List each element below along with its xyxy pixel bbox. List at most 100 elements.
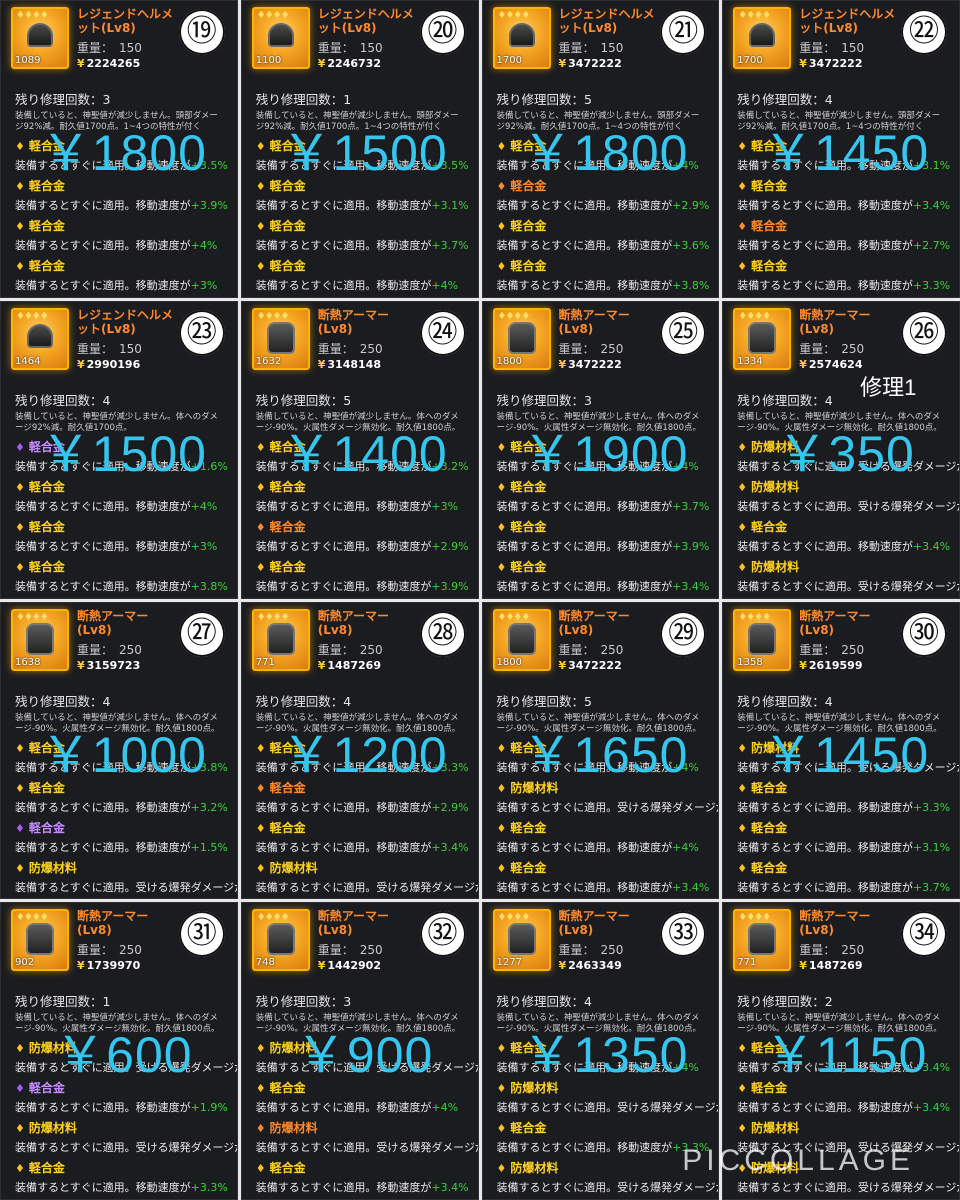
tile-number-badge: ㉓ xyxy=(178,309,225,356)
diamond-icon: ♦ xyxy=(255,821,266,835)
item-description: 装備していると、神聖値が減少しません。頭部ダメージ92%減。耐久値1700点。1… xyxy=(15,111,218,132)
item-tile[interactable]: ♦♦♦♦ 1464 レジェンドヘルメット(Lv8) 重量： 150 ¥299019… xyxy=(0,300,238,599)
stat-list: ♦ 軽合金 装備するとすぐに適用。移動速度が+3.5% ♦ 軽合金 装備するとすぐに適用。… xyxy=(15,137,229,297)
armor-icon xyxy=(507,622,536,655)
price-value: 1487269 xyxy=(327,658,381,672)
stat-value: +3% xyxy=(431,499,459,513)
item-thumbnail[interactable]: ♦♦♦♦ 1638 xyxy=(11,608,69,671)
item-tile[interactable]: ♦♦♦♦ 1089 レジェンドヘルメット(Lv8) 重量： 150 ¥222426… xyxy=(0,0,238,298)
item-tile[interactable]: ♦♦♦♦ 748 断熱アーマー(Lv8) 重量： 250 ¥1442902 ㉜ 残… xyxy=(240,902,479,1200)
item-tile[interactable]: ♦♦♦♦ 1700 レジェンドヘルメット(Lv8) 重量： 150 ¥347222… xyxy=(722,0,960,298)
item-thumbnail[interactable]: ♦♦♦♦ 902 xyxy=(11,909,69,972)
stat-text: 装備するとすぐに適用。移動速度が xyxy=(737,1101,913,1115)
item-thumbnail[interactable]: ♦♦♦♦ 1700 xyxy=(492,7,551,69)
item-tile[interactable]: ♦♦♦♦ 1638 断熱アーマー(Lv8) 重量： 250 ¥3159723 ㉗ … xyxy=(0,601,238,900)
stat-list: ♦防爆材料装備するとすぐに適用。受ける爆発ダメージが-19.2%♦防爆材料装備す… xyxy=(737,438,959,598)
diamond-icon: ♦ xyxy=(15,821,25,835)
yen-icon: ¥ xyxy=(558,57,567,70)
stat-value: +4% xyxy=(190,499,218,513)
item-tile[interactable]: ♦♦♦♦ 771 断熱アーマー(Lv8) 重量： 250 ¥1487269 ㉘ 残… xyxy=(240,601,479,900)
tile-number-badge: ㉑ xyxy=(660,9,707,55)
stat-value: +3.8% xyxy=(190,579,228,593)
stat-row: ♦ 軽合金 装備するとすぐに適用。移動速度が+3.9% xyxy=(15,177,229,217)
item-thumbnail[interactable]: ♦♦♦♦ 1334 xyxy=(733,307,792,370)
stat-title: 防爆材料 xyxy=(751,1121,800,1136)
item-thumbnail[interactable]: ♦♦♦♦ 771 xyxy=(251,608,310,671)
armor-icon xyxy=(266,923,295,956)
stat-row: ♦ 軽合金 装備するとすぐに適用。移動速度が+3.9% xyxy=(497,518,711,558)
stat-text: 装備するとすぐに適用。移動速度が xyxy=(255,579,432,593)
stat-row: ♦防爆材料装備するとすぐに適用。受ける爆発ダメージが-15.6% xyxy=(497,1159,719,1199)
rarity-stars: ♦♦♦♦ xyxy=(16,10,49,21)
item-thumbnail[interactable]: ♦♦♦♦ 1464 xyxy=(11,307,69,370)
item-tile[interactable]: ♦♦♦♦ 1700 レジェンドヘルメット(Lv8) 重量： 150 ¥347222… xyxy=(481,0,720,298)
stat-name: ♦ 軽合金 xyxy=(15,478,229,495)
weight-label: 重量： xyxy=(77,642,114,657)
item-thumbnail[interactable]: ♦♦♦♦ 1277 xyxy=(492,909,551,972)
stat-name: ♦ 軽合金 xyxy=(15,819,229,836)
stat-description: 装備するとすぐに適用。移動速度が+3.4% xyxy=(256,1179,470,1195)
stat-value: +3.4% xyxy=(912,1101,951,1115)
stat-title: 防爆材料 xyxy=(751,479,800,494)
stat-row: ♦ 軽合金 装備するとすぐに適用。移動速度が+3.4% xyxy=(737,1039,951,1079)
stat-title: 軽合金 xyxy=(751,219,788,233)
item-name: 断熱アーマー(Lv8) xyxy=(799,909,871,938)
item-thumbnail[interactable]: ♦♦♦♦ 1632 xyxy=(251,307,310,370)
diamond-icon: ♦ xyxy=(255,180,266,193)
item-tile[interactable]: ♦♦♦♦ 1358 断熱アーマー(Lv8) 重量： 250 ¥2619599 ㉚ … xyxy=(722,601,960,900)
item-tile[interactable]: ♦♦♦♦ 1632 断熱アーマー(Lv8) 重量： 250 ¥3148148 ㉔ … xyxy=(240,300,479,599)
item-name: 断熱アーマー(Lv8) xyxy=(317,608,390,637)
stat-row: ♦ 軽合金 装備するとすぐに適用。移動速度が+2.9% xyxy=(256,518,470,558)
stat-value: +3.4% xyxy=(912,1061,951,1075)
diamond-icon: ♦ xyxy=(496,861,507,875)
stat-name: ♦ 軽合金 xyxy=(497,177,711,194)
stat-title: 軽合金 xyxy=(28,1161,65,1176)
item-thumbnail[interactable]: ♦♦♦♦ 748 xyxy=(251,909,310,972)
item-thumbnail[interactable]: ♦♦♦♦ 1100 xyxy=(251,7,310,69)
item-name: 断熱アーマー(Lv8) xyxy=(799,608,871,637)
item-thumbnail[interactable]: ♦♦♦♦ 1800 xyxy=(492,608,551,671)
item-tile[interactable]: ♦♦♦♦ 902 断熱アーマー(Lv8) 重量： 250 ¥1739970 ㉛ 残… xyxy=(0,902,238,1200)
stat-description: 装備するとすぐに適用。移動速度が+3.1% xyxy=(737,839,951,855)
stat-title: 軽合金 xyxy=(269,780,306,795)
item-description: 装備していると、神聖値が減少しません。体へのダメージ-90%。火属性ダメージ無効… xyxy=(255,712,461,734)
stat-text: 装備するとすぐに適用。移動速度が xyxy=(255,840,432,854)
stat-row: ♦ 軽合金 装備するとすぐに適用。移動速度が+4% xyxy=(497,1039,711,1079)
item-name: 断熱アーマー(Lv8) xyxy=(799,307,871,336)
stat-text: 装備するとすぐに適用。移動速度が xyxy=(496,1141,673,1155)
stat-description: 装備するとすぐに適用。移動速度が+1.5% xyxy=(15,839,229,855)
stat-value: +3.5% xyxy=(431,159,469,172)
diamond-icon: ♦ xyxy=(15,560,25,574)
item-tile[interactable]: ♦♦♦♦ 1334 断熱アーマー(Lv8) 重量： 250 ¥2574624 ㉖ … xyxy=(722,300,960,599)
stat-row: ♦ 軽合金 装備するとすぐに適用。移動速度が+3.7% xyxy=(497,478,711,518)
item-thumbnail[interactable]: ♦♦♦♦ 1089 xyxy=(11,7,69,69)
stat-text: 装備するとすぐに適用。移動速度が xyxy=(255,760,432,774)
weight-label: 重量： xyxy=(77,341,114,356)
item-tile[interactable]: ♦♦♦♦ 1100 レジェンドヘルメット(Lv8) 重量： 150 ¥224673… xyxy=(240,0,479,298)
tile-number-badge: ⑲ xyxy=(178,9,225,55)
stat-row: ♦防爆材料装備するとすぐに適用。受ける爆発ダメージが-20% xyxy=(497,779,719,819)
stat-list: ♦ 軽合金 装備するとすぐに適用。移動速度が+4% ♦ 防爆材料 装備するとすぐに適用。受… xyxy=(496,739,719,899)
stat-value: +3.3% xyxy=(190,1181,228,1195)
yen-icon: ¥ xyxy=(799,959,807,973)
item-weight: 重量： 250 xyxy=(318,641,383,658)
item-thumbnail[interactable]: ♦♦♦♦ 1800 xyxy=(492,307,551,370)
stat-value: +4% xyxy=(431,1101,459,1115)
item-thumbnail[interactable]: ♦♦♦♦ 771 xyxy=(733,909,792,972)
stat-description: 装備するとすぐに適用。受ける爆発ダメージが-25% xyxy=(737,578,959,594)
weight-label: 重量： xyxy=(317,943,354,958)
stat-name: ♦ 防爆材料 xyxy=(15,1119,229,1136)
stat-name: ♦ 軽合金 xyxy=(15,1159,229,1176)
stat-list: ♦ 軽合金 装備するとすぐに適用。移動速度が+3.1% ♦ 軽合金 装備するとすぐに適用。… xyxy=(737,137,951,297)
item-thumbnail[interactable]: ♦♦♦♦ 1700 xyxy=(733,7,792,69)
yen-icon: ¥ xyxy=(558,357,567,371)
item-tile[interactable]: ♦♦♦♦ 1800 断熱アーマー(Lv8) 重量： 250 ¥3472222 ㉙ … xyxy=(481,601,720,900)
item-thumbnail[interactable]: ♦♦♦♦ 1358 xyxy=(733,608,792,671)
item-description: 装備していると、神聖値が減少しません。体へのダメージ-90%。火属性ダメージ無効… xyxy=(496,712,702,734)
tile-number-badge: ㉝ xyxy=(660,911,707,958)
item-tile[interactable]: ♦♦♦♦ 1800 断熱アーマー(Lv8) 重量： 250 ¥3472222 ㉕ … xyxy=(481,300,720,599)
stat-row: ♦防爆材料装備するとすぐに適用。受ける爆発ダメージが-17.2% xyxy=(737,739,959,779)
durability-value: 902 xyxy=(15,957,35,969)
repair-count: 残り修理回数：3 xyxy=(496,392,592,408)
stat-row: ♦ 軽合金 装備するとすぐに適用。移動速度が+3.4% xyxy=(737,1079,951,1119)
